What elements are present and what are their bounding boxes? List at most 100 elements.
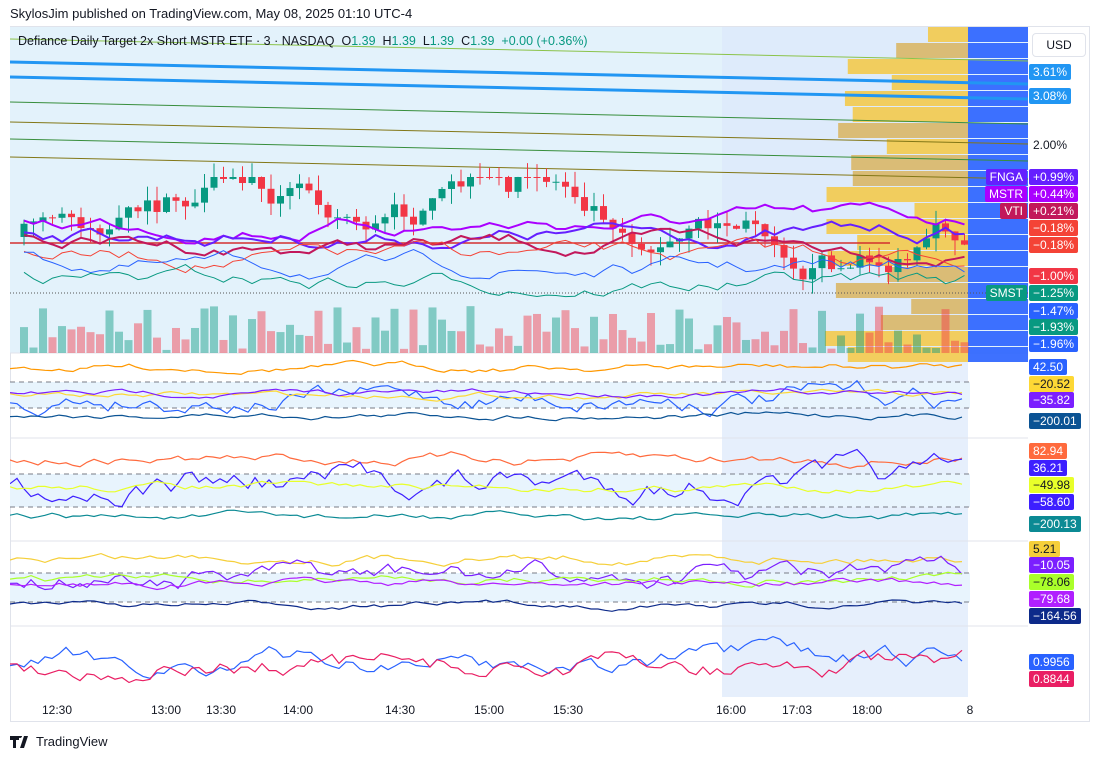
volume-bar — [884, 342, 893, 353]
price-label: −1.96% — [1029, 336, 1079, 352]
volume-bar — [286, 324, 294, 353]
price-label: +0.44% — [1029, 186, 1079, 202]
time-tick: 17:03 — [781, 703, 813, 717]
volume-bar — [390, 308, 399, 353]
indicator-value-label: 5.21 — [1029, 541, 1061, 557]
time-tick: 14:30 — [384, 703, 416, 717]
volume-bar — [77, 326, 85, 353]
currency-button[interactable]: USD — [1032, 33, 1086, 57]
symbol-tag: MSTR — [985, 186, 1027, 202]
candle-body — [353, 216, 360, 222]
volume-bar — [447, 330, 456, 353]
volume-bar — [523, 315, 532, 353]
volume-profile-bar — [968, 235, 1028, 250]
symbol-tag: FNGA — [985, 169, 1027, 185]
volume-bar — [181, 339, 190, 353]
symbol-name[interactable]: Defiance Daily Target 2x Short MSTR ETF … — [18, 34, 335, 48]
volume-bar — [685, 318, 693, 353]
volume-profile-bar — [880, 315, 968, 330]
volume-profile-bar — [968, 139, 1028, 154]
volume-bar — [913, 334, 921, 353]
volume-bar — [713, 325, 722, 353]
volume-profile-bar — [968, 347, 1028, 362]
change-value: +0.00 (+0.36%) — [501, 34, 588, 48]
chart-canvas[interactable] — [10, 27, 1028, 697]
candle-body — [581, 197, 588, 211]
volume-bar — [371, 317, 380, 353]
volume-bar — [932, 348, 940, 353]
candle-body — [809, 268, 816, 280]
indicator-value-label: 0.9956 — [1029, 654, 1074, 670]
candle-body — [258, 177, 265, 189]
candle-body — [733, 225, 740, 229]
low-label: L — [422, 34, 430, 48]
price-label: −1.93% — [1029, 319, 1079, 335]
volume-profile-bar — [968, 43, 1028, 58]
candle-body — [467, 177, 474, 187]
volume-profile-bar — [852, 107, 968, 122]
volume-bar — [552, 317, 560, 353]
volume-bar — [865, 332, 874, 353]
candle-body — [58, 213, 66, 218]
volume-bar — [362, 348, 370, 353]
symbol-tag: SMST — [985, 285, 1027, 301]
volume-profile-bar — [838, 123, 968, 138]
time-tick: 16:00 — [715, 703, 747, 717]
volume-bar — [723, 316, 731, 353]
indicator-value-label: −10.05 — [1029, 557, 1075, 573]
candle-body — [752, 220, 759, 225]
volume-bar — [466, 306, 475, 353]
candle-body — [723, 223, 731, 226]
candle-body — [68, 213, 75, 218]
indicator-value-label: −78.06 — [1029, 574, 1075, 590]
indicator-value-label: −49.98 — [1029, 477, 1075, 493]
candle-body — [153, 200, 161, 212]
candle-body — [552, 181, 560, 183]
volume-bar — [609, 313, 617, 353]
volume-profile-bar — [968, 251, 1028, 266]
candle-body — [505, 177, 512, 192]
volume-bar — [343, 342, 351, 353]
volume-bar — [751, 339, 760, 353]
volume-bar — [808, 347, 817, 353]
candle-body — [590, 206, 598, 211]
candle-body — [410, 216, 417, 225]
volume-bar — [324, 343, 332, 353]
volume-bar — [48, 337, 57, 353]
volume-bar — [628, 337, 636, 353]
candle-body — [514, 177, 522, 192]
candle-body — [457, 181, 465, 187]
candle-body — [666, 241, 674, 248]
low-value: 1.39 — [429, 34, 455, 48]
time-tick: 13:30 — [205, 703, 237, 717]
volume-bar — [39, 308, 47, 353]
candle-body — [106, 229, 113, 235]
indicator-value-label: −200.01 — [1029, 413, 1081, 429]
candle-body — [201, 187, 208, 203]
price-label: +0.21% — [1029, 203, 1079, 219]
candle-body — [182, 200, 189, 207]
tradingview-brand[interactable]: TradingView — [10, 734, 108, 749]
price-label: +0.99% — [1029, 169, 1079, 185]
candle-body — [476, 177, 484, 178]
price-label: −0.18% — [1029, 237, 1079, 253]
volume-bar — [257, 311, 266, 353]
volume-bar — [134, 323, 142, 353]
candle-body — [296, 183, 303, 189]
price-label: −1.25% — [1029, 285, 1079, 301]
candle-body — [220, 177, 227, 179]
volume-bar — [761, 331, 769, 353]
volume-bar — [86, 332, 95, 353]
volume-bar — [124, 340, 133, 353]
volume-profile-bar — [968, 27, 1028, 42]
volume-bar — [656, 344, 665, 353]
volume-bar — [210, 306, 218, 353]
volume-bar — [419, 345, 427, 353]
volume-bar — [533, 313, 541, 353]
volume-bar — [960, 342, 969, 353]
volume-bar — [514, 345, 522, 353]
candle-body — [267, 188, 275, 204]
price-label: 3.61% — [1029, 64, 1072, 80]
candle-body — [714, 223, 721, 229]
volume-bar — [219, 339, 228, 353]
